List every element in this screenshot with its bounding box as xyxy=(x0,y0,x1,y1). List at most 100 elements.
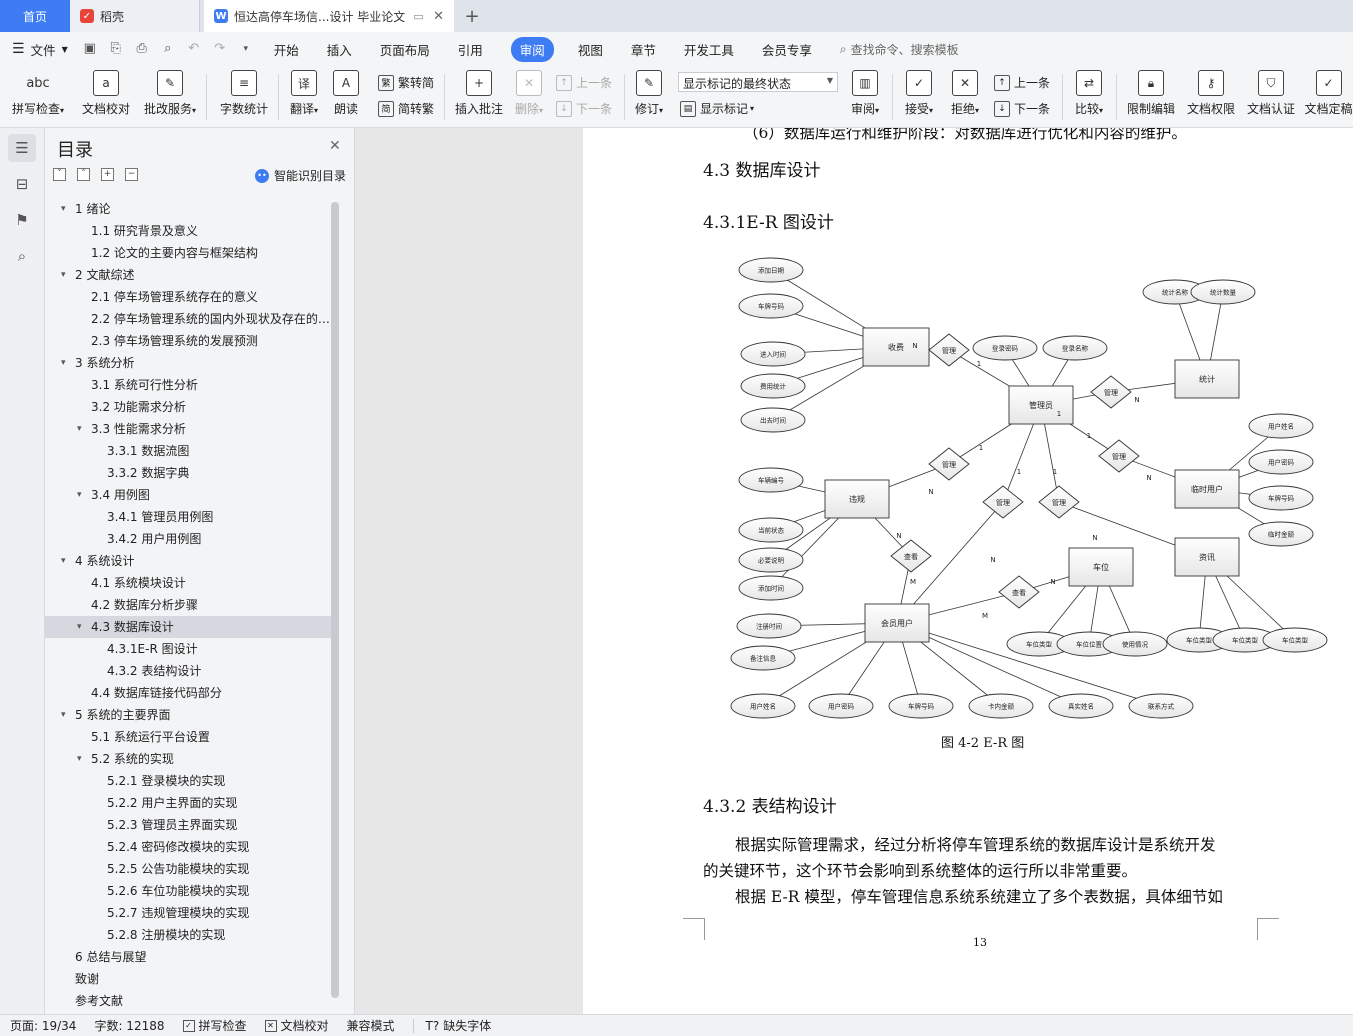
toc-panel-icon[interactable]: ☰ xyxy=(8,134,36,162)
toc-item[interactable]: 2.3 停车场管理系统的发展预测 xyxy=(45,330,332,352)
finalize-document-button[interactable]: ✓ 文档定稿 xyxy=(1304,70,1353,117)
toc-item[interactable]: 4.1 系统模块设计 xyxy=(45,572,332,594)
tab-home[interactable]: 首页 xyxy=(0,0,70,32)
proofread-button[interactable]: a 文档校对 xyxy=(78,70,134,117)
toc-item[interactable]: 2.2 停车场管理系统的国内外现状及存在的问题 xyxy=(45,308,332,330)
toc-item[interactable]: 4.4 数据库链接代码部分 xyxy=(45,682,332,704)
tab-document[interactable]: W 恒达高停车场信...设计 毕业论文 ▭ ✕ xyxy=(204,0,454,32)
menu-reference[interactable]: 引用 xyxy=(458,40,483,59)
toc-item[interactable]: 3.4.2 用户用例图 xyxy=(45,528,332,550)
bookmark-icon[interactable]: ⚑ xyxy=(8,206,36,234)
chevron-down-icon[interactable]: ▾ xyxy=(61,352,66,374)
close-icon[interactable]: ✕ xyxy=(329,138,341,154)
track-changes-button[interactable]: ✎ 修订▾ xyxy=(630,70,668,117)
chevron-down-icon[interactable]: ▾ xyxy=(61,550,66,572)
toc-item[interactable]: 5.2.5 公告功能模块的实现 xyxy=(45,858,332,880)
toc-item[interactable]: 1.2 论文的主要内容与框架结构 xyxy=(45,242,332,264)
toc-item[interactable]: ▾ 3 系统分析 xyxy=(45,352,332,374)
page-indicator[interactable]: 页面: 19/34 xyxy=(10,1017,76,1034)
toc-scrollbar[interactable] xyxy=(331,202,339,998)
menu-insert[interactable]: 插入 xyxy=(327,40,352,59)
toc-item[interactable]: 致谢 xyxy=(45,968,332,990)
correction-service-button[interactable]: ✎ 批改服务▾ xyxy=(140,70,200,117)
toc-item[interactable]: 5.2.8 注册模块的实现 xyxy=(45,924,332,946)
toc-item[interactable]: ▾ 3.4 用例图 xyxy=(45,484,332,506)
toc-item[interactable]: 6 总结与展望 xyxy=(45,946,332,968)
chapter-nav-icon[interactable]: ⊟ xyxy=(8,170,36,198)
close-tab-icon[interactable]: ✕ xyxy=(433,9,444,24)
toc-item[interactable]: 4.2 数据库分析步骤 xyxy=(45,594,332,616)
toc-item[interactable]: 3.3.2 数据字典 xyxy=(45,462,332,484)
toc-item[interactable]: 5.2.7 违规管理模块的实现 xyxy=(45,902,332,924)
toc-item[interactable]: ▾ 1 绪论 xyxy=(45,198,332,220)
next-change-button[interactable]: ↓ 下一条 xyxy=(994,100,1050,117)
chevron-down-icon[interactable]: ▾ xyxy=(61,704,66,726)
prev-comment-button[interactable]: ↑ 上一条 xyxy=(556,74,612,91)
document-page[interactable]: （6）数据库运行和维护阶段：对数据库进行优化和内容的维护。 4.3 数据库设计 … xyxy=(583,128,1353,1014)
toc-item[interactable]: 5.2.1 登录模块的实现 xyxy=(45,770,332,792)
new-tab-button[interactable]: + xyxy=(454,0,490,32)
read-aloud-button[interactable]: A 朗读 xyxy=(328,70,364,117)
traditional-to-simplified-button[interactable]: 繁繁转简 xyxy=(378,74,434,91)
simplified-to-traditional-button[interactable]: 简简转繁 xyxy=(378,100,434,117)
save-icon[interactable]: ▣ xyxy=(82,41,98,57)
toc-item[interactable]: 3.2 功能需求分析 xyxy=(45,396,332,418)
restrict-editing-button[interactable]: 🔒︎ 限制编辑 xyxy=(1124,70,1178,117)
add-heading-icon[interactable]: + xyxy=(101,168,114,181)
word-count-indicator[interactable]: 字数: 12188 xyxy=(94,1017,164,1034)
markup-state-select[interactable]: 显示标记的最终状态 ▼ xyxy=(678,72,838,92)
toc-item[interactable]: ▾ 2 文献综述 xyxy=(45,264,332,286)
menu-devtools[interactable]: 开发工具 xyxy=(684,40,734,59)
chevron-down-icon[interactable]: ▾ xyxy=(77,484,82,506)
menu-view[interactable]: 视图 xyxy=(578,40,603,59)
spell-check-button[interactable]: abc 拼写检查▾ xyxy=(10,70,66,117)
insert-comment-button[interactable]: + 插入批注 xyxy=(452,70,506,117)
search-icon[interactable]: ⌕ xyxy=(8,242,36,270)
chevron-down-icon[interactable]: ▾ xyxy=(77,616,82,638)
remove-heading-icon[interactable]: − xyxy=(125,168,138,181)
toc-item[interactable]: 5.2.4 密码修改模块的实现 xyxy=(45,836,332,858)
review-pane-button[interactable]: ▥ 审阅▾ xyxy=(846,70,884,117)
toc-item[interactable]: ▾ 4.3 数据库设计 xyxy=(45,616,332,638)
toc-item[interactable]: ▾ 5 系统的主要界面 xyxy=(45,704,332,726)
undo-icon[interactable]: ↶ xyxy=(186,41,202,57)
chevron-down-icon[interactable]: ▾ xyxy=(77,418,82,440)
toc-item[interactable]: 1.1 研究背景及意义 xyxy=(45,220,332,242)
preview-icon[interactable]: ⌕ xyxy=(160,41,176,57)
document-permission-button[interactable]: ⚷ 文档权限 xyxy=(1184,70,1238,117)
file-menu[interactable]: ☰ 文件 ▼ xyxy=(12,40,68,59)
toc-item[interactable]: 5.2.3 管理员主界面实现 xyxy=(45,814,332,836)
menu-review[interactable]: 审阅 xyxy=(510,36,554,62)
command-search[interactable]: ⌕ 查找命令、搜索模板 xyxy=(840,41,959,58)
toc-item[interactable]: 4.3.1E-R 图设计 xyxy=(45,638,332,660)
prev-change-button[interactable]: ↑ 上一条 xyxy=(994,74,1050,91)
toc-item[interactable]: 2.1 停车场管理系统存在的意义 xyxy=(45,286,332,308)
menu-layout[interactable]: 页面布局 xyxy=(380,40,430,59)
expand-all-icon[interactable]: ˄ xyxy=(77,168,90,181)
missing-font-indicator[interactable]: T? 缺失字体 xyxy=(426,1017,492,1034)
document-auth-button[interactable]: ⛉ 文档认证 xyxy=(1244,70,1298,117)
print-icon[interactable]: ⎙ xyxy=(134,41,150,57)
toc-item[interactable]: 参考文献 xyxy=(45,990,332,1008)
more-icon[interactable]: ▾ xyxy=(238,41,254,57)
toc-item[interactable]: 4.3.2 表结构设计 xyxy=(45,660,332,682)
show-markup-button[interactable]: ▤ 显示标记 ▾ xyxy=(680,100,754,117)
accept-button[interactable]: ✓ 接受▾ xyxy=(900,70,938,117)
compare-button[interactable]: ⇄ 比较▾ xyxy=(1070,70,1108,117)
status-proofread[interactable]: ✕ 文档校对 xyxy=(264,1017,329,1034)
menu-chapter[interactable]: 章节 xyxy=(631,40,656,59)
menu-member[interactable]: 会员专享 xyxy=(762,40,812,59)
chevron-down-icon[interactable]: ▾ xyxy=(61,198,66,220)
word-count-button[interactable]: ≡ 字数统计 xyxy=(216,70,272,117)
translate-button[interactable]: 译 翻译▾ xyxy=(284,70,324,117)
menu-start[interactable]: 开始 xyxy=(274,40,299,59)
toc-item[interactable]: 3.3.1 数据流图 xyxy=(45,440,332,462)
toc-item[interactable]: 5.2.6 车位功能模块的实现 xyxy=(45,880,332,902)
reject-button[interactable]: ✕ 拒绝▾ xyxy=(946,70,984,117)
redo-icon[interactable]: ↷ xyxy=(212,41,228,57)
export-icon[interactable]: ⎘ xyxy=(108,41,124,57)
toc-item[interactable]: ▾ 5.2 系统的实现 xyxy=(45,748,332,770)
collapse-all-icon[interactable]: ˅ xyxy=(53,168,66,181)
toc-scrollbar-thumb[interactable] xyxy=(331,202,339,998)
tab-daoke[interactable]: ✓ 稻壳 xyxy=(70,0,200,32)
